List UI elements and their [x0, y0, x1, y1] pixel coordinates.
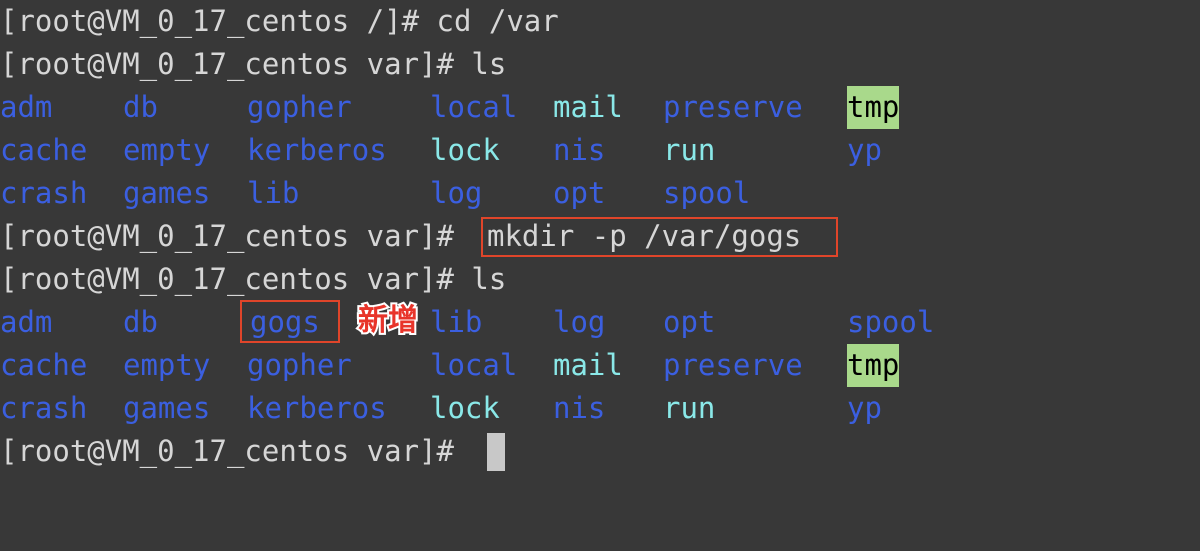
ls1-entry-run[interactable]: run: [663, 129, 715, 172]
ls1-entry-yp[interactable]: yp: [847, 129, 882, 172]
ls2-entry-games[interactable]: games: [123, 387, 210, 430]
terminal-prompt-line-4: [root@VM_0_17_centos var]# ls: [0, 262, 507, 296]
ls1-entry-lib[interactable]: lib: [247, 172, 299, 215]
ls2-entry-kerberos[interactable]: kerberos: [247, 387, 387, 430]
ls2-entry-run[interactable]: run: [663, 387, 715, 430]
ls2-entry-gogs[interactable]: gogs: [250, 301, 320, 344]
ls1-entry-preserve[interactable]: preserve: [663, 86, 803, 129]
ls2-entry-mail[interactable]: mail: [553, 344, 623, 387]
ls1-entry-empty[interactable]: empty: [123, 129, 210, 172]
ls1-entry-gopher[interactable]: gopher: [247, 86, 352, 129]
ls1-entry-nis[interactable]: nis: [553, 129, 605, 172]
ls1-entry-log[interactable]: log: [430, 172, 482, 215]
ls2-entry-gopher[interactable]: gopher: [247, 344, 352, 387]
ls2-entry-tmp[interactable]: tmp: [847, 344, 900, 387]
ls2-entry-log[interactable]: log: [553, 301, 605, 344]
ls1-entry-cache[interactable]: cache: [0, 129, 87, 172]
ls2-entry-cache[interactable]: cache: [0, 344, 87, 387]
ls1-entry-tmp[interactable]: tmp: [847, 86, 900, 129]
ls1-entry-opt[interactable]: opt: [553, 172, 605, 215]
terminal-prompt-line-5: [root@VM_0_17_centos var]#: [0, 434, 472, 468]
ls2-entry-crash[interactable]: crash: [0, 387, 87, 430]
terminal-prompt-line-1: [root@VM_0_17_centos /]# cd /var: [0, 4, 559, 38]
ls1-entry-kerberos[interactable]: kerberos: [247, 129, 387, 172]
ls2-entry-db[interactable]: db: [123, 301, 158, 344]
ls2-entry-local[interactable]: local: [430, 344, 517, 387]
mkdir-command-text: mkdir -p /var/gogs: [487, 219, 802, 253]
ls1-entry-spool[interactable]: spool: [663, 172, 750, 215]
ls2-entry-yp[interactable]: yp: [847, 387, 882, 430]
ls2-entry-spool[interactable]: spool: [847, 301, 934, 344]
ls2-entry-empty[interactable]: empty: [123, 344, 210, 387]
ls2-entry-lock[interactable]: lock: [430, 387, 500, 430]
ls1-entry-crash[interactable]: crash: [0, 172, 87, 215]
terminal-prompt-line-3: [root@VM_0_17_centos var]#: [0, 219, 472, 253]
new-directory-annotation: 新增: [356, 301, 420, 340]
terminal-prompt-line-2: [root@VM_0_17_centos var]# ls: [0, 47, 507, 81]
ls2-entry-preserve[interactable]: preserve: [663, 344, 803, 387]
ls2-entry-lib[interactable]: lib: [430, 301, 482, 344]
ls1-entry-lock[interactable]: lock: [430, 129, 500, 172]
terminal-cursor[interactable]: [487, 433, 505, 471]
ls1-entry-adm[interactable]: adm: [0, 86, 52, 129]
ls1-entry-db[interactable]: db: [123, 86, 158, 129]
ls1-entry-local[interactable]: local: [430, 86, 517, 129]
terminal-window[interactable]: [root@VM_0_17_centos /]# cd /var [root@V…: [0, 0, 1200, 551]
ls2-entry-nis[interactable]: nis: [553, 387, 605, 430]
ls1-entry-mail[interactable]: mail: [553, 86, 623, 129]
ls1-entry-games[interactable]: games: [123, 172, 210, 215]
ls2-entry-opt[interactable]: opt: [663, 301, 715, 344]
ls2-entry-adm[interactable]: adm: [0, 301, 52, 344]
